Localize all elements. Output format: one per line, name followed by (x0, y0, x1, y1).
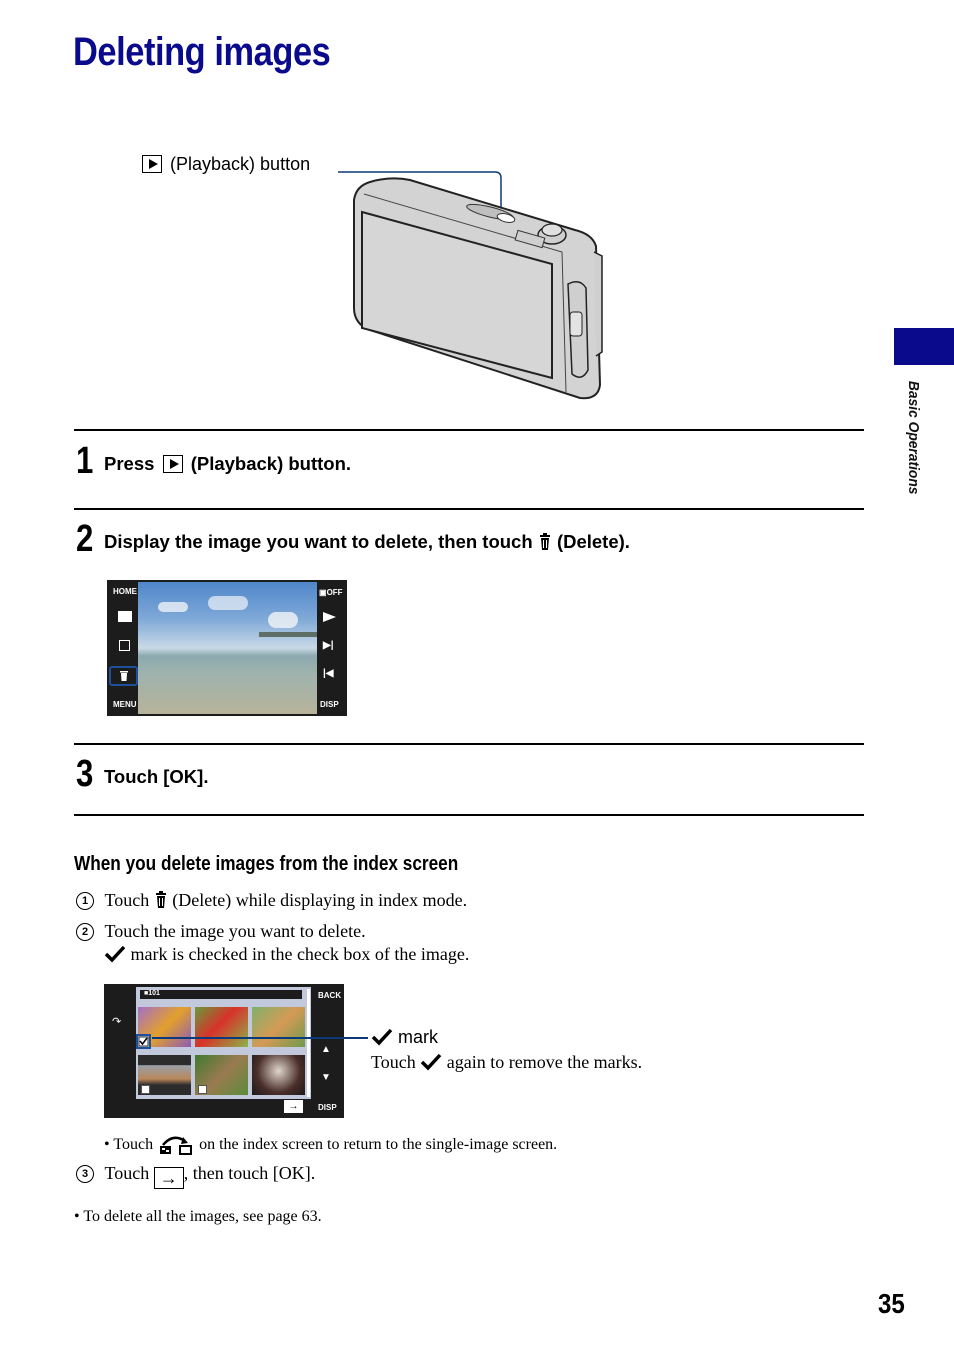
step-number: 1 (76, 440, 94, 482)
trash-icon (539, 533, 550, 550)
thumbnail[interactable] (195, 1007, 248, 1047)
checkbox[interactable] (141, 1085, 150, 1094)
section-tab-marker (894, 328, 954, 365)
section-tab-label: Basic Operations (905, 380, 922, 495)
circled-number: 2 (76, 923, 94, 941)
index-off-button[interactable]: ▣OFF (319, 588, 343, 597)
step-2-text-before: Display the image you want to delete, th… (104, 531, 533, 552)
off-label: OFF (326, 588, 343, 597)
step-1-text-before: Press (104, 453, 155, 474)
single-image-toggle-icon[interactable]: ↷ (112, 1015, 121, 1028)
item-2-text: Touch the image you want to delete. (104, 921, 366, 941)
thumbnail-grid: ■101 (136, 987, 311, 1099)
disp-button[interactable]: DISP (318, 1103, 337, 1112)
step-1-text-after: (Playback) button. (190, 453, 352, 474)
divider (74, 743, 864, 745)
step-number: 2 (76, 518, 94, 560)
thumbnail[interactable] (252, 1007, 305, 1047)
divider (74, 814, 864, 816)
trash-icon (155, 891, 166, 908)
checked-checkbox[interactable] (136, 1034, 151, 1049)
next-icon[interactable]: ▶| (323, 640, 334, 651)
item-1-before: Touch (104, 890, 150, 910)
folder-label: ■101 (144, 990, 160, 997)
circled-number: 3 (76, 1165, 94, 1183)
return-after: on the index screen to return to the sin… (199, 1136, 558, 1153)
checkmark-icon (104, 945, 126, 963)
delete-button[interactable] (109, 666, 138, 686)
item-1-after: (Delete) while displaying in index mode. (172, 890, 468, 910)
folder-bar: ■101 (140, 990, 302, 999)
index-item-3: 3 Touch →, then touch [OK]. (76, 1163, 315, 1189)
checkmark-icon (371, 1028, 393, 1046)
single-image-screen: HOME MENU ▣OFF ▶| |◀ DISP (107, 580, 347, 716)
slideshow-icon[interactable] (119, 640, 130, 651)
return-before: • Touch (104, 1136, 154, 1153)
index-section-heading: When you delete images from the index sc… (74, 853, 459, 875)
mark-text-after: again to remove the marks. (446, 1052, 643, 1072)
divider (74, 508, 864, 510)
play-icon[interactable] (323, 612, 336, 622)
home-button[interactable]: HOME (113, 587, 137, 596)
arrow-box-icon: → (153, 1167, 184, 1189)
step-1-text: Press (Playback) button. (104, 453, 351, 475)
page-title: Deleting images (73, 30, 331, 74)
playback-icon (142, 155, 162, 173)
item-3-before: Touch (104, 1163, 150, 1183)
playback-callout-label: (Playback) button (170, 154, 311, 174)
beach-photo (138, 582, 317, 714)
item-3-after: , then touch [OK]. (183, 1163, 316, 1183)
checkbox[interactable] (198, 1085, 207, 1094)
scroll-top-icon[interactable]: ▲ (321, 1044, 331, 1055)
checkmark-icon (420, 1053, 442, 1071)
item-2-sub-text: mark is checked in the check box of the … (130, 944, 470, 964)
delete-all-note: • To delete all the images, see page 63. (74, 1208, 322, 1225)
menu-button[interactable]: MENU (113, 700, 137, 709)
folder-number: 101 (148, 990, 160, 997)
playback-callout: (Playback) button (142, 154, 310, 175)
index-screen: ■101 ↷ BACK ▲ ▼ → DISP (104, 984, 344, 1118)
back-button[interactable]: BACK (318, 991, 341, 1000)
mark-label: mark (398, 1027, 439, 1047)
camera-illustration (338, 171, 603, 400)
mark-callout-text: Touch again to remove the marks. (371, 1052, 642, 1073)
divider (74, 429, 864, 431)
scroll-bottom-icon[interactable]: ▼ (321, 1072, 331, 1083)
index-item-2: 2 Touch the image you want to delete. (76, 921, 366, 942)
disp-button[interactable]: DISP (320, 700, 339, 709)
page-number: 35 (878, 1288, 905, 1319)
step-2-text-after: (Delete). (556, 531, 630, 552)
index-view-icon[interactable] (118, 611, 132, 622)
return-bullet: • Touch on the index screen to return to… (104, 1133, 557, 1155)
single-image-toggle-icon (160, 1136, 193, 1155)
confirm-arrow-button[interactable]: → (284, 1100, 303, 1113)
mark-callout-label: mark (371, 1027, 438, 1048)
checkmark-icon (138, 1036, 149, 1047)
mark-text-before: Touch (371, 1052, 416, 1072)
mark-leader-line (152, 1037, 368, 1039)
index-item-1: 1 Touch (Delete) while displaying in ind… (76, 890, 467, 911)
step-number: 3 (76, 753, 94, 795)
trash-icon (120, 671, 128, 681)
playback-icon (162, 455, 183, 473)
prev-icon[interactable]: |◀ (323, 668, 334, 679)
circled-number: 1 (76, 892, 94, 910)
step-3-text: Touch [OK]. (104, 766, 209, 787)
step-2-text: Display the image you want to delete, th… (104, 531, 630, 553)
scrollbar[interactable] (307, 989, 310, 1097)
index-item-2-sub: mark is checked in the check box of the … (104, 944, 469, 965)
thumbnail[interactable] (252, 1055, 305, 1095)
